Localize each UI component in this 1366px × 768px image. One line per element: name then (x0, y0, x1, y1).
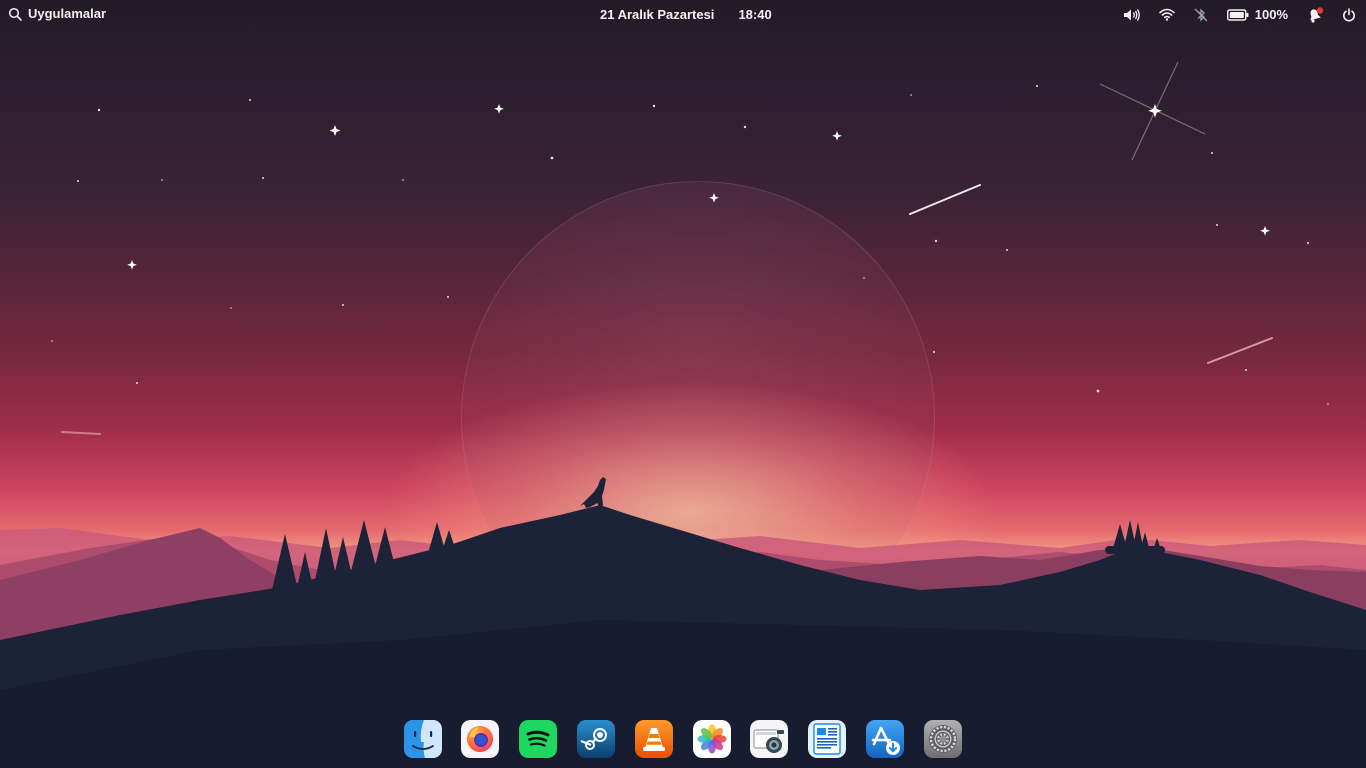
finder-icon (404, 720, 442, 758)
bright-stars (127, 104, 1270, 270)
photos-dock-item[interactable] (693, 720, 731, 758)
system-preferences-dock-item[interactable] (924, 720, 962, 758)
wallpaper-scene (0, 61, 1366, 768)
wifi-icon (1159, 8, 1175, 21)
bluetooth-off-icon (1193, 7, 1209, 23)
screenshot-icon (750, 720, 788, 758)
volume-icon (1123, 8, 1141, 22)
shooting-star (909, 184, 981, 215)
power-menu-button[interactable] (1342, 5, 1356, 24)
battery-percentage: 100% (1254, 7, 1288, 22)
network-indicator[interactable] (1159, 5, 1175, 24)
system-tray: 100% (1123, 5, 1356, 24)
stars (51, 85, 1329, 405)
app-store-icon (866, 720, 904, 758)
date-label: 21 Aralık Pazartesi (600, 7, 715, 22)
firefox-icon (461, 720, 499, 758)
vlc-dock-item[interactable] (635, 720, 673, 758)
applications-menu-button[interactable]: Uygulamalar (8, 6, 106, 21)
steam-icon (577, 720, 615, 758)
power-icon (1342, 7, 1356, 22)
system-preferences-icon (924, 720, 962, 758)
date-time-indicator[interactable]: 21 Aralık Pazartesi 18:40 (600, 7, 772, 22)
trees-right (1105, 520, 1165, 554)
spotify-icon (519, 720, 557, 758)
vlc-icon (635, 720, 673, 758)
applications-label: Uygulamalar (28, 6, 107, 21)
photos-icon (693, 720, 731, 758)
app-store-dock-item[interactable] (866, 720, 904, 758)
volume-indicator[interactable] (1123, 5, 1141, 24)
screenshot-dock-item[interactable] (750, 720, 788, 758)
battery-indicator[interactable]: 100% (1226, 5, 1288, 24)
bluetooth-indicator[interactable] (1193, 5, 1209, 24)
top-panel: Uygulamalar 21 Aralık Pazartesi 18:40 10… (0, 0, 1366, 29)
document-viewer-icon (808, 720, 846, 758)
wolf-silhouette (580, 477, 606, 508)
dock (394, 710, 972, 768)
finder-dock-item[interactable] (404, 720, 442, 758)
firefox-dock-item[interactable] (461, 720, 499, 758)
shooting-star-2 (1207, 337, 1273, 364)
document-viewer-dock-item[interactable] (808, 720, 846, 758)
notification-bell-icon (1306, 6, 1324, 23)
search-icon (8, 7, 22, 21)
meteor-trail (61, 431, 101, 435)
spotify-dock-item[interactable] (519, 720, 557, 758)
time-label: 18:40 (738, 7, 772, 22)
battery-icon (1226, 8, 1249, 21)
desktop: Uygulamalar 21 Aralık Pazartesi 18:40 10… (0, 0, 1366, 768)
steam-dock-item[interactable] (577, 720, 615, 758)
notifications-indicator[interactable] (1306, 5, 1324, 24)
